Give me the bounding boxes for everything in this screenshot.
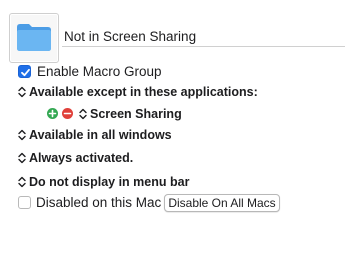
disabled-on-this-mac-checkbox[interactable] (18, 196, 31, 209)
application-popup-screen-sharing[interactable]: Screen Sharing (90, 106, 182, 122)
disabled-on-this-mac-label: Disabled on this Mac (36, 195, 162, 210)
remove-application-button[interactable] (62, 108, 73, 119)
disable-on-all-macs-button[interactable]: Disable On All Macs (164, 194, 280, 212)
add-application-button[interactable] (47, 108, 58, 119)
enable-macro-group-checkbox[interactable] (18, 65, 31, 78)
plus-icon (48, 109, 57, 118)
folder-icon (17, 24, 51, 51)
menu-bar-popup[interactable]: Do not display in menu bar (29, 174, 189, 190)
chevron-updown-icon[interactable] (79, 108, 87, 120)
enable-macro-group-label: Enable Macro Group (37, 64, 162, 79)
group-icon-well[interactable] (9, 13, 59, 63)
windows-popup[interactable]: Available in all windows (29, 127, 172, 143)
activation-popup[interactable]: Always activated. (29, 150, 133, 166)
checkmark-icon (21, 68, 30, 77)
chevron-updown-icon[interactable] (18, 129, 26, 141)
chevron-updown-icon[interactable] (18, 176, 26, 188)
chevron-updown-icon[interactable] (18, 86, 26, 98)
applications-popup[interactable]: Available except in these applications: (29, 84, 258, 100)
minus-icon (63, 112, 72, 115)
chevron-updown-icon[interactable] (18, 152, 26, 164)
group-name-field[interactable]: Not in Screen Sharing (62, 28, 345, 47)
